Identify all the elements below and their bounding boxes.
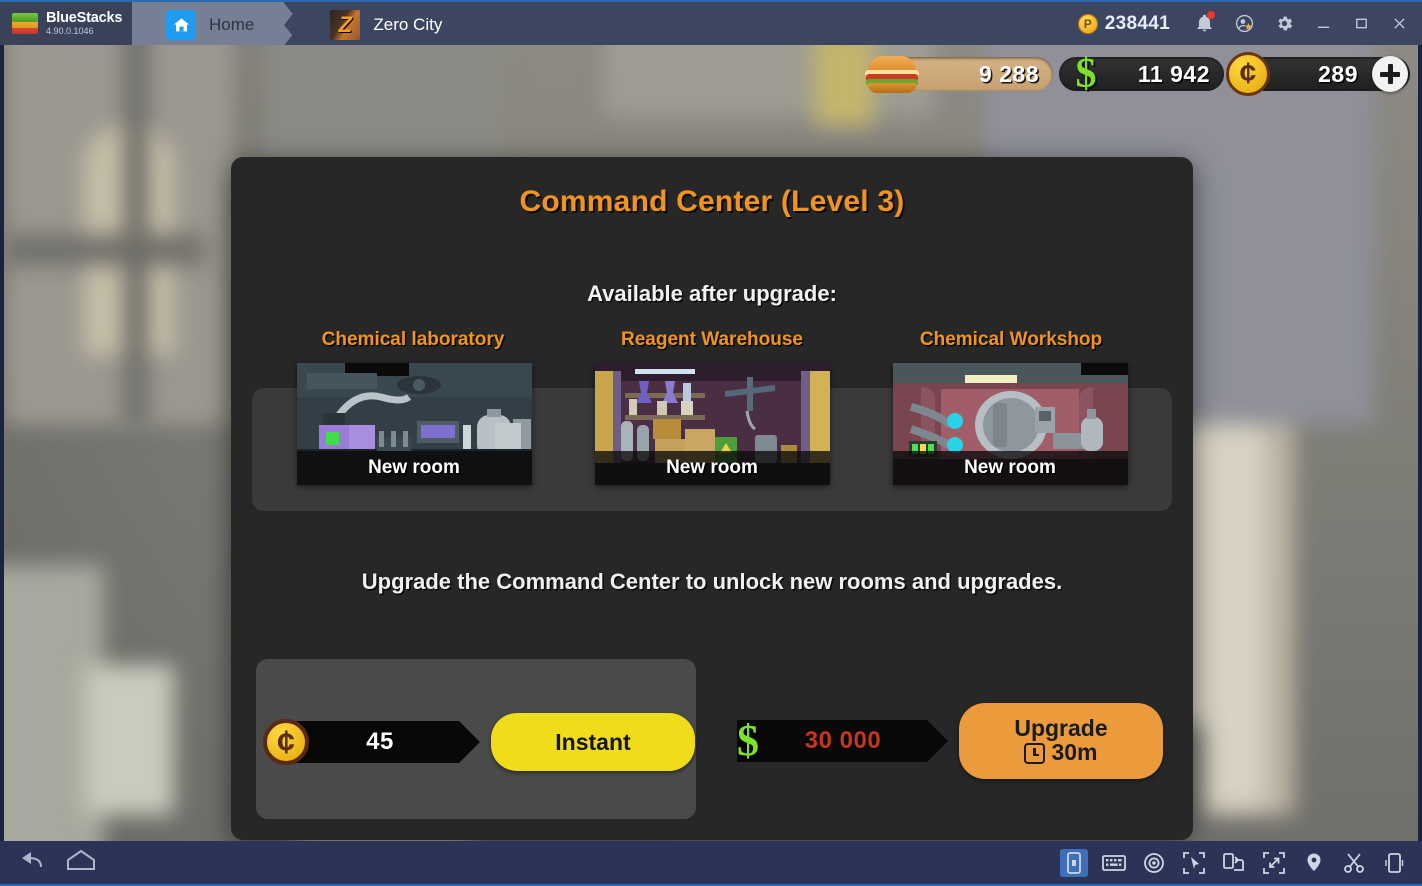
instant-price-value: 45 xyxy=(366,728,394,755)
gold-currency[interactable]: ¢ 289 xyxy=(1226,52,1410,96)
instant-button[interactable]: Instant xyxy=(491,713,695,771)
burger-icon xyxy=(864,54,920,94)
tab-home-label: Home xyxy=(209,14,255,34)
location-pin-icon[interactable] xyxy=(1300,849,1328,877)
food-value: 9 288 xyxy=(978,60,1039,87)
room-badge: New room xyxy=(892,451,1128,485)
instant-button-label: Instant xyxy=(555,728,631,755)
keyboard-icon[interactable] xyxy=(1100,849,1128,877)
gold-coin-icon: ¢ xyxy=(1226,52,1270,96)
eye-icon[interactable] xyxy=(1140,849,1168,877)
tab-zero-city[interactable]: Z Zero City xyxy=(284,2,490,47)
food-currency[interactable]: 9 288 xyxy=(865,52,1053,96)
bluestacks-window: BlueStacks 4.90.0.1046 Home Z Zero City … xyxy=(0,0,1422,886)
title-bar: BlueStacks 4.90.0.1046 Home Z Zero City … xyxy=(0,0,1422,47)
room-title: Chemical laboratory xyxy=(321,329,505,350)
close-icon[interactable] xyxy=(1380,1,1418,46)
home-icon xyxy=(166,9,196,40)
instant-action-row: ¢ 45 Instant xyxy=(263,713,695,771)
pointer-icon[interactable] xyxy=(1180,849,1208,877)
minimize-icon[interactable] xyxy=(1304,1,1342,46)
gold-value: 289 xyxy=(1318,60,1358,87)
dollar-icon: $ xyxy=(1075,51,1097,97)
upgrade-timer: 30m xyxy=(1051,739,1098,766)
game-viewport: 9 288 $ 11 942 ¢ 289 Command Center (Lev… xyxy=(4,45,1418,841)
home-icon[interactable] xyxy=(66,849,96,876)
room-badge: New room xyxy=(296,451,532,485)
account-star-icon[interactable] xyxy=(1224,1,1264,46)
upgrade-button-label: Upgrade xyxy=(1014,715,1108,742)
room-card[interactable]: New room xyxy=(892,363,1128,485)
gear-icon[interactable] xyxy=(1264,1,1304,46)
upgrade-action-row: $ 30 000 Upgrade 30m xyxy=(737,703,1163,779)
tab-zero-city-label: Zero City xyxy=(373,14,443,34)
points-display[interactable]: P 238441 xyxy=(1064,13,1184,35)
points-coin-icon: P xyxy=(1077,13,1098,34)
dollar-icon: $ xyxy=(737,716,759,765)
rotate-screen-icon[interactable] xyxy=(1220,849,1248,877)
lock-orientation-icon[interactable] xyxy=(1060,848,1088,877)
bluestacks-tools xyxy=(1060,848,1422,877)
dialog-title: Command Center (Level 3) xyxy=(519,185,905,218)
tabbar-filler xyxy=(472,2,1064,45)
instant-price-bar: ¢ 45 xyxy=(263,719,480,765)
notification-badge xyxy=(1207,11,1215,19)
points-value: 238441 xyxy=(1104,12,1170,34)
zero-city-app-icon: Z xyxy=(330,9,361,40)
back-icon[interactable] xyxy=(18,849,44,876)
room-title: Reagent Warehouse xyxy=(621,329,803,350)
bluestacks-brand: BlueStacks 4.90.0.1046 xyxy=(0,2,140,45)
rooms-list: New room New room New room xyxy=(231,363,1193,485)
dialog-subtitle: Available after upgrade: xyxy=(587,281,837,306)
gold-coin-icon: ¢ xyxy=(263,719,309,765)
currency-hud: 9 288 $ 11 942 ¢ 289 xyxy=(865,52,1410,96)
shake-device-icon[interactable] xyxy=(1380,849,1408,877)
money-value: 11 942 xyxy=(1137,60,1210,87)
upgrade-button[interactable]: Upgrade 30m xyxy=(959,703,1163,779)
tab-home[interactable]: Home xyxy=(132,2,302,47)
titlebar-actions: P 238441 xyxy=(1063,1,1422,46)
scissors-icon[interactable] xyxy=(1340,849,1368,877)
room-badge: New room xyxy=(594,451,830,485)
room-card[interactable]: New room xyxy=(594,363,830,485)
brand-name: BlueStacks xyxy=(46,9,123,26)
room-card[interactable]: New room xyxy=(296,363,532,485)
android-nav xyxy=(0,849,96,876)
fullscreen-icon[interactable] xyxy=(1260,849,1288,877)
room-titles: Chemical laboratory Reagent Warehouse Ch… xyxy=(231,329,1193,351)
room-title: Chemical Workshop xyxy=(919,329,1103,350)
plus-icon[interactable] xyxy=(1372,56,1408,92)
money-currency[interactable]: $ 11 942 xyxy=(1059,52,1224,96)
bluestacks-logo-icon xyxy=(12,11,38,37)
bell-icon[interactable] xyxy=(1184,1,1224,46)
clock-icon xyxy=(1024,742,1046,764)
upgrade-price-bar: $ 30 000 xyxy=(737,719,948,763)
brand-version: 4.90.0.1046 xyxy=(46,26,94,37)
command-center-dialog: Command Center (Level 3) Available after… xyxy=(231,157,1193,840)
bottom-toolbar xyxy=(0,841,1422,886)
upgrade-price-value: 30 000 xyxy=(804,727,882,754)
maximize-icon[interactable] xyxy=(1342,1,1380,46)
dialog-description: Upgrade the Command Center to unlock new… xyxy=(361,569,1063,594)
